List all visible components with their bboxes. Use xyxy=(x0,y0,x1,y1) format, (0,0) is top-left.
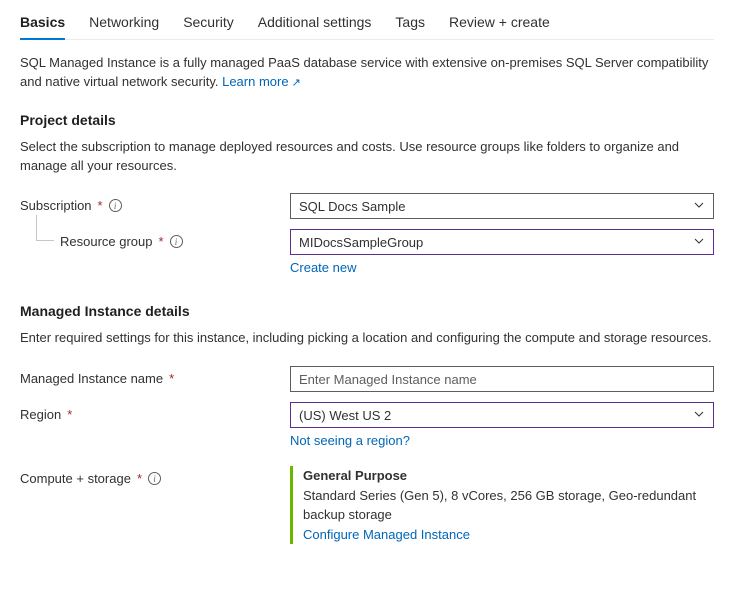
region-help-link[interactable]: Not seeing a region? xyxy=(290,433,410,448)
project-details-desc: Select the subscription to manage deploy… xyxy=(20,138,714,176)
subscription-label: Subscription * i xyxy=(20,193,290,213)
compute-tier-title: General Purpose xyxy=(303,466,714,486)
region-label-text: Region xyxy=(20,407,61,422)
project-details-heading: Project details xyxy=(20,112,714,128)
intro-text-body: SQL Managed Instance is a fully managed … xyxy=(20,55,708,89)
resource-group-label-text: Resource group xyxy=(60,234,153,249)
required-indicator: * xyxy=(98,198,103,213)
compute-detail-text: Standard Series (Gen 5), 8 vCores, 256 G… xyxy=(303,486,714,525)
region-select[interactable]: (US) West US 2 xyxy=(290,402,714,428)
instance-name-input[interactable] xyxy=(299,372,705,387)
instance-name-label: Managed Instance name * xyxy=(20,366,290,386)
chevron-down-icon xyxy=(693,199,705,214)
create-new-link[interactable]: Create new xyxy=(290,260,356,275)
compute-storage-label-text: Compute + storage xyxy=(20,471,131,486)
tab-basics[interactable]: Basics xyxy=(20,8,65,40)
required-indicator: * xyxy=(67,407,72,422)
tab-additional-settings[interactable]: Additional settings xyxy=(258,8,372,40)
tab-security[interactable]: Security xyxy=(183,8,234,40)
required-indicator: * xyxy=(169,371,174,386)
managed-instance-desc: Enter required settings for this instanc… xyxy=(20,329,714,348)
resource-group-select[interactable]: MIDocsSampleGroup xyxy=(290,229,714,255)
tab-tags[interactable]: Tags xyxy=(395,8,425,40)
chevron-down-icon xyxy=(693,235,705,250)
compute-storage-label: Compute + storage * i xyxy=(20,466,290,486)
instance-name-label-text: Managed Instance name xyxy=(20,371,163,386)
required-indicator: * xyxy=(137,471,142,486)
info-icon[interactable]: i xyxy=(148,472,161,485)
tab-networking[interactable]: Networking xyxy=(89,8,159,40)
tabs-bar: Basics Networking Security Additional se… xyxy=(20,8,714,40)
info-icon[interactable]: i xyxy=(170,235,183,248)
subscription-label-text: Subscription xyxy=(20,198,92,213)
learn-more-link[interactable]: Learn more xyxy=(222,74,301,89)
subscription-value: SQL Docs Sample xyxy=(299,199,405,214)
required-indicator: * xyxy=(159,234,164,249)
info-icon[interactable]: i xyxy=(109,199,122,212)
compute-storage-summary: General Purpose Standard Series (Gen 5),… xyxy=(290,466,714,544)
instance-name-input-wrap xyxy=(290,366,714,392)
region-label: Region * xyxy=(20,402,290,422)
chevron-down-icon xyxy=(693,408,705,423)
indent-connector xyxy=(36,215,54,241)
configure-managed-instance-link[interactable]: Configure Managed Instance xyxy=(303,527,470,542)
intro-text: SQL Managed Instance is a fully managed … xyxy=(20,54,714,92)
resource-group-value: MIDocsSampleGroup xyxy=(299,235,423,250)
region-value: (US) West US 2 xyxy=(299,408,391,423)
managed-instance-heading: Managed Instance details xyxy=(20,303,714,319)
resource-group-label: Resource group * i xyxy=(20,229,290,249)
tab-review-create[interactable]: Review + create xyxy=(449,8,550,40)
subscription-select[interactable]: SQL Docs Sample xyxy=(290,193,714,219)
